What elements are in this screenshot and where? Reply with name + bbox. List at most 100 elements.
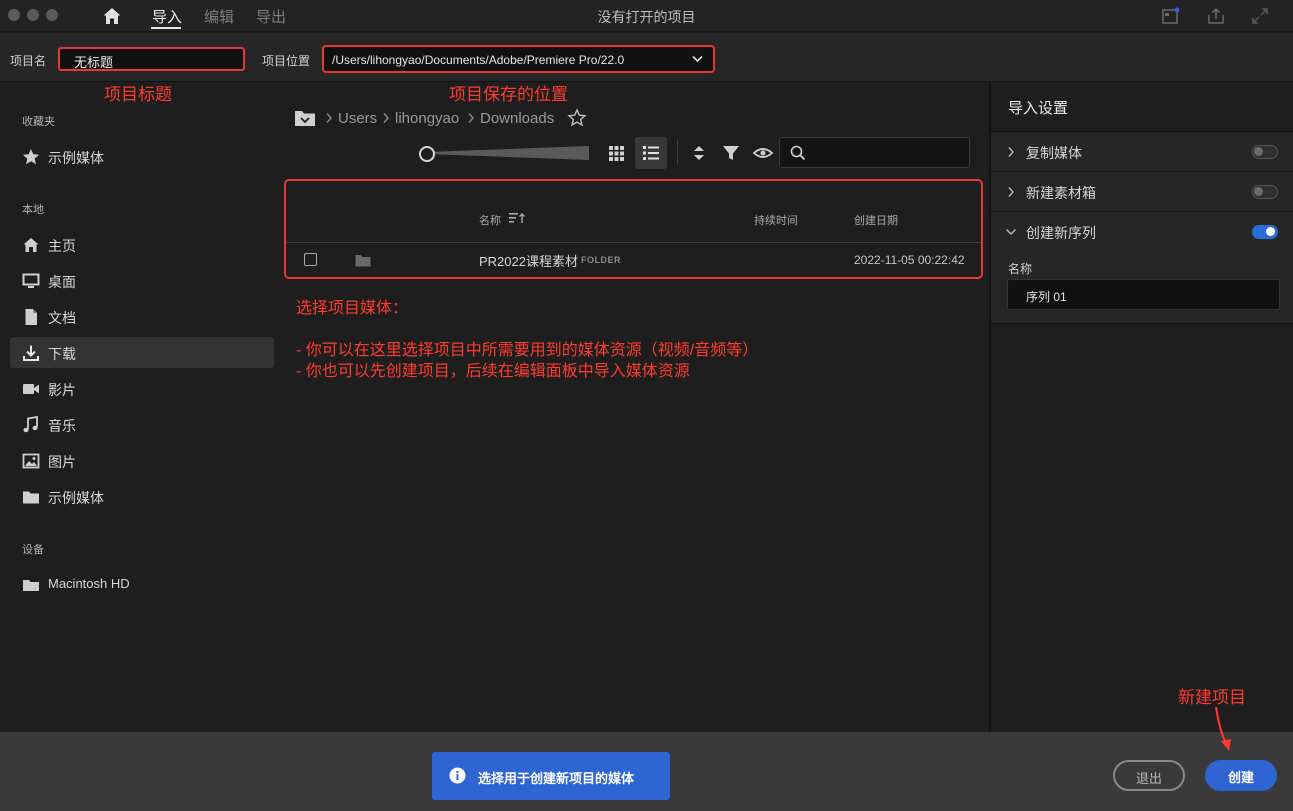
toolbar-divider bbox=[677, 139, 678, 165]
workspace-icon[interactable] bbox=[1161, 6, 1181, 26]
project-location-label: 项目位置 bbox=[262, 54, 311, 68]
sequence-name-label: 名称 bbox=[1008, 262, 1033, 276]
annotation-save-location: 项目保存的位置 bbox=[449, 85, 568, 104]
chevron-right-icon bbox=[1008, 147, 1014, 157]
sidebar-item-sample-media-favorite[interactable]: 示例媒体 bbox=[10, 141, 274, 172]
info-text: 选择用于创建新项目的媒体 bbox=[478, 771, 635, 786]
row-checkbox[interactable] bbox=[304, 253, 317, 266]
project-name-input[interactable]: 无标题 bbox=[58, 47, 245, 71]
sort-icon[interactable] bbox=[687, 141, 711, 165]
music-note-icon bbox=[23, 416, 38, 433]
drive-icon bbox=[23, 580, 39, 591]
import-settings-panel: 导入设置 复制媒体 新建素材箱 创建新序列 名称 序列 01 bbox=[989, 83, 1293, 731]
exit-button[interactable]: 退出 bbox=[1113, 760, 1185, 791]
folder-icon bbox=[355, 255, 371, 267]
slider-handle[interactable] bbox=[418, 145, 436, 163]
create-button[interactable]: 创建 bbox=[1205, 760, 1277, 791]
sidebar-item-label: 桌面 bbox=[48, 274, 76, 290]
sidebar-item-label: 主页 bbox=[48, 238, 76, 254]
import-settings-title: 导入设置 bbox=[1008, 100, 1069, 117]
bottom-bar: 选择用于创建新项目的媒体 退出 创建 bbox=[0, 732, 1293, 811]
folder-icon bbox=[23, 491, 39, 504]
search-input[interactable] bbox=[779, 137, 970, 168]
sidebar-item-label: Macintosh HD bbox=[48, 576, 130, 591]
setting-label: 复制媒体 bbox=[1026, 145, 1082, 161]
image-icon bbox=[22, 453, 40, 469]
sidebar-section-favorites: 收藏夹 bbox=[22, 116, 55, 128]
sidebar-item-movies[interactable]: 影片 bbox=[10, 373, 274, 404]
thumbnail-size-slider[interactable] bbox=[427, 143, 589, 163]
breadcrumb-downloads[interactable]: Downloads bbox=[480, 110, 554, 127]
annotation-select-media-line2: - 你也可以先创建项目，后续在编辑面板中导入媒体资源 bbox=[296, 363, 690, 380]
project-location-value: /Users/lihongyao/Documents/Adobe/Premier… bbox=[332, 53, 625, 67]
copy-media-toggle[interactable] bbox=[1252, 145, 1278, 159]
folder-nav-icon[interactable] bbox=[294, 108, 316, 128]
row-name: PR2022课程素材 bbox=[479, 254, 578, 269]
sidebar-item-documents[interactable]: 文档 bbox=[10, 301, 274, 332]
filter-icon[interactable] bbox=[719, 141, 743, 165]
info-banner: 选择用于创建新项目的媒体 bbox=[432, 752, 670, 800]
column-header-name[interactable]: 名称 bbox=[479, 212, 501, 228]
star-outline-icon[interactable] bbox=[567, 108, 587, 128]
sidebar-item-label: 图片 bbox=[48, 454, 76, 470]
chevron-right-icon bbox=[383, 113, 389, 123]
chevron-right-icon bbox=[1008, 187, 1014, 197]
sidebar-item-macintosh-hd[interactable]: Macintosh HD bbox=[10, 569, 274, 600]
project-location-select[interactable]: /Users/lihongyao/Documents/Adobe/Premier… bbox=[322, 45, 715, 73]
create-sequence-toggle[interactable] bbox=[1252, 225, 1278, 239]
chevron-right-icon bbox=[326, 113, 332, 123]
sidebar-item-label: 下载 bbox=[48, 346, 76, 362]
window-title: 没有打开的项目 bbox=[597, 9, 696, 25]
chevron-right-icon bbox=[468, 113, 474, 123]
sidebar-item-label: 影片 bbox=[48, 382, 76, 398]
active-tab-underline bbox=[151, 27, 181, 29]
sidebar-item-label: 示例媒体 bbox=[48, 150, 104, 166]
sidebar-item-label: 文档 bbox=[48, 310, 76, 326]
chevron-down-icon bbox=[692, 55, 703, 63]
sidebar-item-desktop[interactable]: 桌面 bbox=[10, 265, 274, 296]
chevron-down-icon[interactable] bbox=[1005, 228, 1017, 236]
sidebar-item-home[interactable]: 主页 bbox=[10, 229, 274, 260]
title-bar: 导入 编辑 导出 没有打开的项目 bbox=[0, 0, 1293, 32]
list-view-button[interactable] bbox=[635, 137, 667, 169]
desktop-icon bbox=[22, 273, 40, 288]
column-header-created[interactable]: 创建日期 bbox=[854, 212, 898, 228]
video-camera-icon bbox=[23, 384, 39, 394]
annotation-arrow bbox=[1215, 706, 1231, 751]
setting-row-copy-media[interactable]: 复制媒体 bbox=[991, 131, 1293, 171]
breadcrumb-users[interactable]: Users bbox=[338, 110, 377, 127]
annotation-select-media-heading: 选择项目媒体： bbox=[296, 300, 409, 317]
document-icon bbox=[25, 309, 37, 325]
new-bin-toggle[interactable] bbox=[1252, 185, 1278, 199]
sidebar-section-devices: 设备 bbox=[22, 544, 44, 556]
breadcrumb-lihongyao[interactable]: lihongyao bbox=[395, 110, 459, 127]
setting-label: 创建新序列 bbox=[1026, 225, 1096, 241]
column-header-duration[interactable]: 持续时间 bbox=[754, 212, 798, 228]
sidebar-item-music[interactable]: 音乐 bbox=[10, 409, 274, 440]
setting-row-new-bin[interactable]: 新建素材箱 bbox=[991, 171, 1293, 211]
sort-ascending-icon[interactable] bbox=[508, 212, 526, 224]
grid-view-icon[interactable] bbox=[604, 141, 628, 165]
sidebar-item-pictures[interactable]: 图片 bbox=[10, 445, 274, 476]
home-icon bbox=[23, 238, 39, 252]
sequence-name-input[interactable]: 序列 01 bbox=[1007, 279, 1280, 310]
sidebar-item-label: 示例媒体 bbox=[48, 490, 104, 506]
download-icon bbox=[23, 345, 39, 361]
fullscreen-icon[interactable] bbox=[1250, 6, 1270, 26]
share-icon[interactable] bbox=[1206, 6, 1226, 26]
star-icon bbox=[23, 149, 39, 165]
row-type-tag: FOLDER bbox=[581, 255, 621, 265]
sidebar-item-downloads[interactable]: 下载 bbox=[10, 337, 274, 368]
search-icon bbox=[790, 145, 806, 161]
sidebar-item-sample-media[interactable]: 示例媒体 bbox=[10, 481, 274, 512]
sidebar-section-local: 本地 bbox=[22, 204, 44, 216]
sidebar: 收藏夹 示例媒体 本地 主页 桌面 文档 下载 影片 音乐 图片 示例媒体 设备… bbox=[0, 83, 282, 731]
eye-icon[interactable] bbox=[751, 141, 775, 165]
header-divider bbox=[286, 242, 981, 243]
setting-label: 新建素材箱 bbox=[1026, 185, 1096, 201]
setting-row-create-sequence: 创建新序列 名称 序列 01 bbox=[991, 211, 1293, 324]
row-created-date: 2022-11-05 00:22:42 bbox=[854, 253, 965, 267]
project-name-label: 项目名 bbox=[10, 54, 47, 68]
sidebar-item-label: 音乐 bbox=[48, 418, 76, 434]
info-icon bbox=[449, 767, 466, 784]
